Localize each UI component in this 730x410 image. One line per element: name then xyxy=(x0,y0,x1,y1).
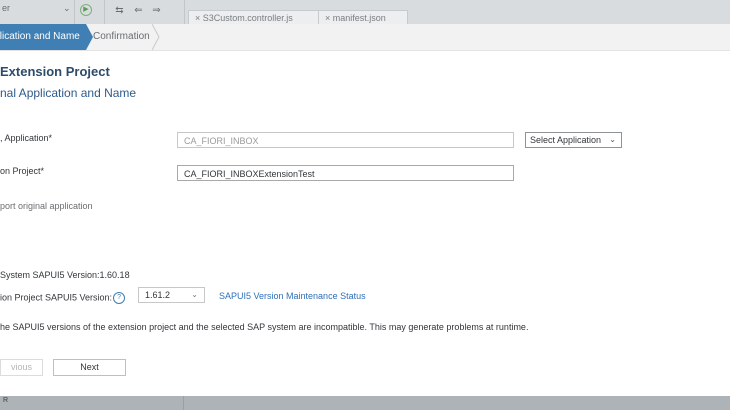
wizard-step-bar: Application and Name Confirmation xyxy=(0,24,730,51)
tab-label: manifest.json xyxy=(332,13,386,23)
tab-label: S3Custom.controller.js xyxy=(202,13,293,23)
step-application-and-name[interactable]: Application and Name xyxy=(0,24,86,50)
system-sapui5-version: System SAPUI5 Version:1.60.18 xyxy=(0,270,130,280)
extension-sapui5-version-label: ion Project SAPUI5 Version:? xyxy=(0,292,126,304)
extension-sapui5-version-text: ion Project SAPUI5 Version: xyxy=(0,292,113,303)
extension-project-input[interactable]: CA_FIORI_INBOXExtensionTest xyxy=(177,165,514,181)
chevron-down-icon: ⌄ xyxy=(609,135,616,144)
parent-application-label: , Application* xyxy=(0,133,53,143)
ide-bottom-segment xyxy=(0,396,184,410)
step-label: Confirmation xyxy=(93,31,150,42)
page-title: Extension Project xyxy=(0,64,110,79)
ide-toolbar-segment xyxy=(0,0,75,24)
previous-button[interactable]: vious xyxy=(0,359,43,376)
ide-toolbar-segment xyxy=(104,0,185,24)
step-arrow-icon xyxy=(152,24,160,50)
parent-application-field: CA_FIORI_INBOX xyxy=(177,132,514,148)
maintenance-status-link[interactable]: SAPUI5 Version Maintenance Status xyxy=(219,291,366,301)
page-subtitle: nal Application and Name xyxy=(0,86,137,100)
ide-top-bar: er ⌄ ▶ ⇆ ⇐ ⇒ × S3Custom.controller.js × … xyxy=(0,0,730,25)
editor-tab[interactable]: × manifest.json xyxy=(318,10,408,25)
select-application-button[interactable]: Select Application ⌄ xyxy=(525,132,622,148)
editor-tab[interactable]: × S3Custom.controller.js xyxy=(188,10,320,25)
sapui5-version-select[interactable]: 1.61.2 ⌄ xyxy=(138,287,205,303)
extension-project-label: on Project* xyxy=(0,166,45,176)
help-icon[interactable]: ? xyxy=(113,292,126,304)
import-original-app-label[interactable]: port original application xyxy=(0,201,93,211)
select-application-label: Select Application xyxy=(530,135,602,145)
step-confirmation[interactable]: Confirmation xyxy=(93,24,150,50)
step-label: Application and Name xyxy=(0,31,80,42)
incompatibility-warning: he SAPUI5 versions of the extension proj… xyxy=(0,322,529,332)
ide-bottom-bar: R xyxy=(0,396,730,410)
next-button[interactable]: Next xyxy=(53,359,126,376)
chevron-down-icon: ⌄ xyxy=(191,290,198,299)
step-arrow-icon xyxy=(86,24,93,50)
ide-bottom-text: R xyxy=(3,397,9,404)
ide-toolbar-segment xyxy=(74,0,105,24)
sapui5-version-value: 1.61.2 xyxy=(145,290,171,300)
